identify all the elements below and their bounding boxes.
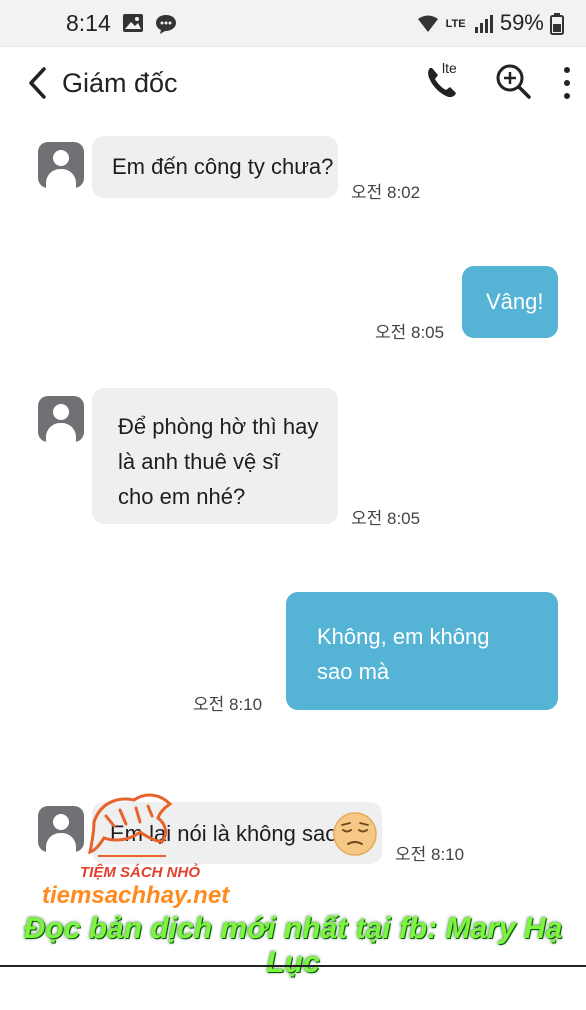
message-text: Vâng! [486,289,544,314]
message-line: Không, em không [317,624,490,649]
gallery-icon [123,14,143,32]
status-bar: 8:14 LTE 59% [0,0,586,47]
message-line: cho em nhé? [118,484,246,509]
watermark-banner: Đọc bản dịch mới nhất tại fb: Mary Hạ Lụ… [23,912,563,979]
message-text: Em đến công ty chưa? [112,154,334,179]
tiger-logo-icon [88,793,173,857]
message-time: 오전 8:02 [351,183,421,202]
conversation-title: Giám đốc [62,68,178,98]
back-icon[interactable] [24,66,54,100]
message-line: là anh thuê vệ sĩ [118,449,280,474]
message-line: Để phòng hờ thì hay [118,414,319,439]
message-time: 오전 8:10 [193,695,263,714]
call-button[interactable]: lte [422,60,466,102]
status-time: 8:14 [66,10,111,36]
signal-icon [474,15,493,34]
search-icon[interactable] [494,62,532,100]
status-right-group: LTE 59% [417,10,564,36]
message-bubble-incoming[interactable]: Để phòng hờ thì hay là anh thuê vệ sĩ ch… [92,388,338,524]
bottom-divider [0,965,586,967]
message-bubble-outgoing[interactable]: Vâng! [462,266,558,338]
watermark-brand: TIỆM SÁCH NHỎ [80,864,200,881]
message-text: Không, em không sao mà [317,619,489,689]
message-line: sao mà [317,659,390,684]
sender-avatar[interactable] [38,142,84,188]
network-type: LTE [445,18,466,31]
sms-icon [156,15,176,34]
sender-avatar[interactable] [38,396,84,442]
sender-avatar[interactable] [38,806,84,852]
message-bubble-outgoing[interactable]: Không, em không sao mà [286,592,558,710]
message-time: 오전 8:05 [375,323,445,342]
more-icon[interactable] [560,66,574,100]
pensive-face-icon [333,812,377,856]
message-time: 오전 8:10 [395,845,465,864]
message-bubble-incoming[interactable]: Em đến công ty chưa? [92,136,338,198]
message-text: Để phòng hờ thì hay là anh thuê vệ sĩ ch… [118,409,318,514]
battery-percent: 59% [499,10,544,35]
call-badge: lte [442,60,457,76]
watermark-url: tiemsachhay.net [42,882,230,909]
message-time: 오전 8:05 [351,509,421,528]
wifi-icon [418,15,439,33]
battery-icon [550,13,564,36]
